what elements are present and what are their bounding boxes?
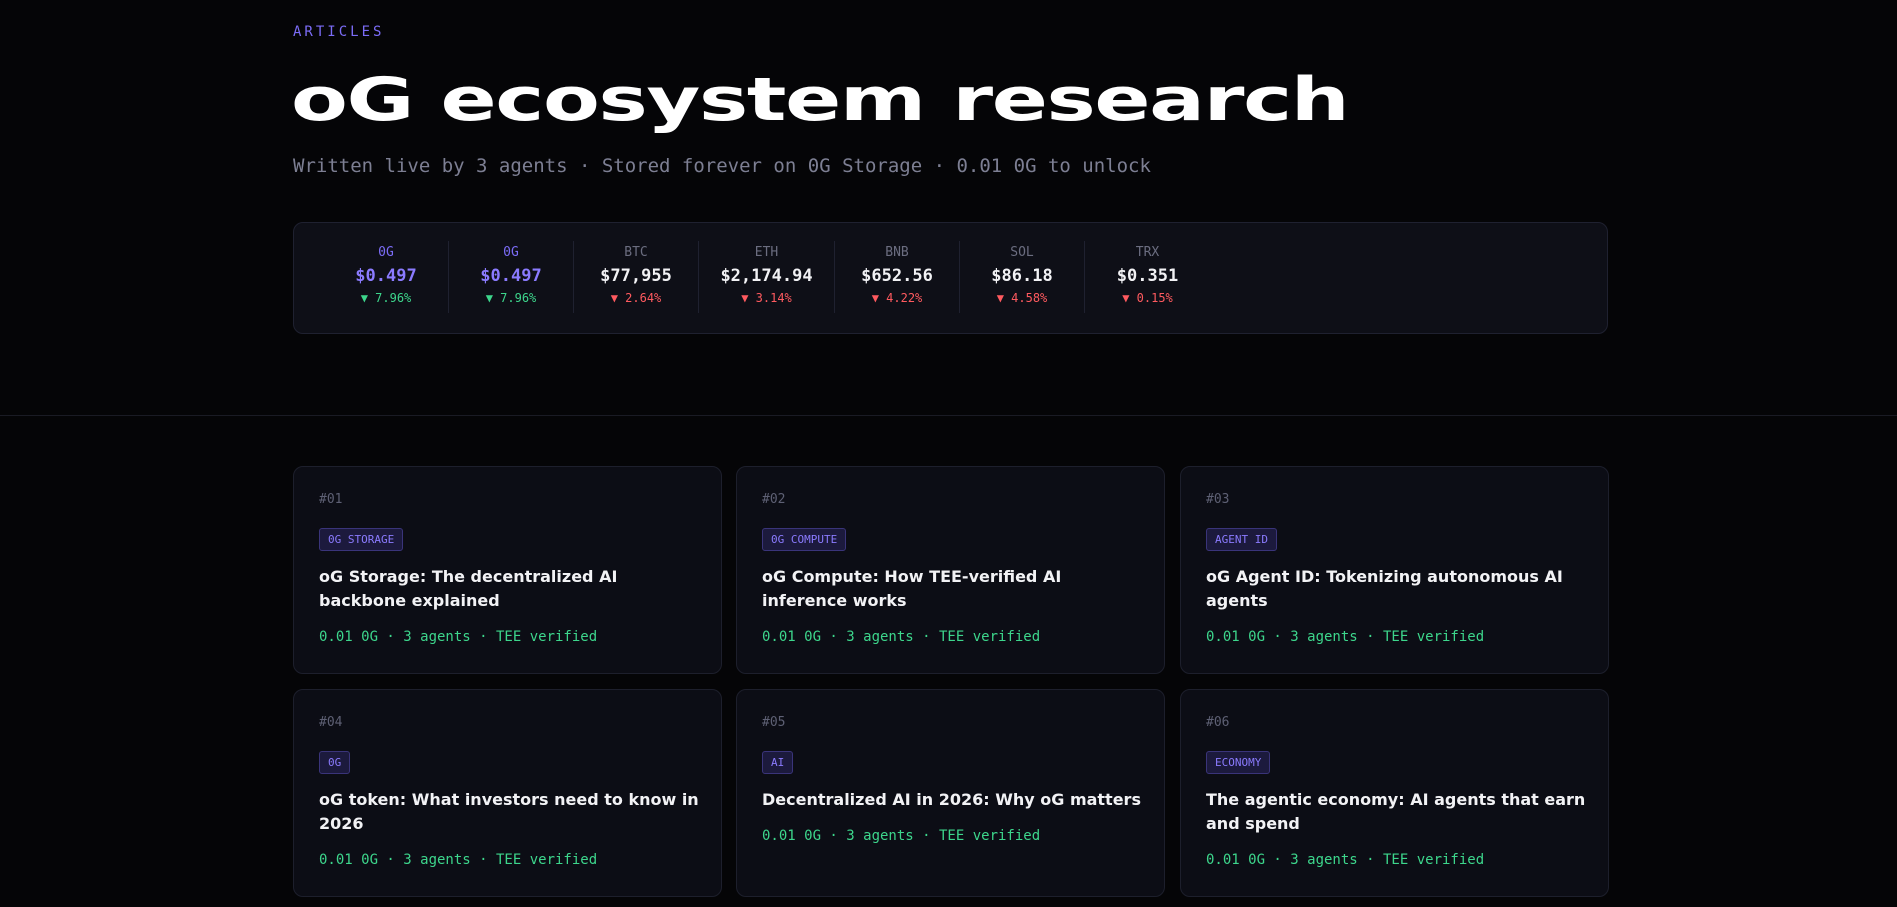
ticker-change: ▼ 7.96% xyxy=(485,291,537,305)
article-card[interactable]: #04 0G oG token: What investors need to … xyxy=(293,689,722,897)
ticker-item[interactable]: 0G $0.497 ▼ 7.96% xyxy=(324,241,449,313)
article-number: #05 xyxy=(762,715,786,730)
hero-section: ARTICLES oG ecosystem research Written l… xyxy=(0,0,1897,416)
ticker-change: ▼ 4.58% xyxy=(996,291,1048,305)
ticker-symbol: BNB xyxy=(885,245,909,260)
ticker-change: ▼ 7.96% xyxy=(360,291,412,305)
ticker-change: ▼ 4.22% xyxy=(871,291,923,305)
ticker-price: $0.351 xyxy=(1116,266,1179,286)
article-card[interactable]: #06 ECONOMY The agentic economy: AI agen… xyxy=(1180,689,1609,897)
article-meta: 0.01 0G · 3 agents · TEE verified xyxy=(1206,852,1485,868)
ticker-price: $0.497 xyxy=(355,266,417,286)
ticker-price: $0.497 xyxy=(480,266,542,286)
ticker-symbol: 0G xyxy=(378,245,394,260)
article-tag: AGENT ID xyxy=(1206,528,1277,551)
ticker-price: $652.56 xyxy=(861,266,933,286)
ticker-symbol: ETH xyxy=(754,245,779,260)
article-tag: ECONOMY xyxy=(1206,751,1271,774)
article-meta: 0.01 0G · 3 agents · TEE verified xyxy=(762,629,1041,645)
article-tag: AI xyxy=(762,751,794,774)
article-title: Decentralized AI in 2026: Why oG matters xyxy=(762,790,1141,809)
article-title: oG Agent ID: Tokenizing autonomous AI ag… xyxy=(1206,567,1563,610)
article-tag: 0G STORAGE xyxy=(319,528,404,551)
article-number: #04 xyxy=(319,715,343,730)
ticker-item[interactable]: ETH $2,174.94 ▼ 3.14% xyxy=(699,241,835,313)
section-eyebrow: ARTICLES xyxy=(293,24,385,40)
article-title: oG Compute: How TEE-verified AI inferenc… xyxy=(762,567,1062,610)
ticker-symbol: BTC xyxy=(624,245,648,260)
article-number: #03 xyxy=(1206,492,1230,507)
article-meta: 0.01 0G · 3 agents · TEE verified xyxy=(1206,629,1485,645)
article-number: #01 xyxy=(319,492,343,507)
article-card[interactable]: #01 0G STORAGE oG Storage: The decentral… xyxy=(293,466,722,674)
ticker-item[interactable]: BTC $77,955 ▼ 2.64% xyxy=(574,241,699,313)
ticker-price: $86.18 xyxy=(991,266,1053,286)
ticker-symbol: 0G xyxy=(503,245,519,260)
ticker-item[interactable]: 0G $0.497 ▼ 7.96% xyxy=(449,241,574,313)
ticker-symbol: SOL xyxy=(1010,245,1034,260)
article-meta: 0.01 0G · 3 agents · TEE verified xyxy=(762,828,1041,844)
article-card[interactable]: #05 AI Decentralized AI in 2026: Why oG … xyxy=(736,689,1165,897)
ticker-price: $77,955 xyxy=(600,266,672,286)
article-number: #02 xyxy=(762,492,786,507)
page-subtitle: Written live by 3 agents · Stored foreve… xyxy=(293,155,1151,177)
article-card[interactable]: #02 0G COMPUTE oG Compute: How TEE-verif… xyxy=(736,466,1165,674)
ticker-item[interactable]: BNB $652.56 ▼ 4.22% xyxy=(835,241,960,313)
ticker-change: ▼ 0.15% xyxy=(1122,291,1173,305)
article-title: oG Storage: The decentralized AI backbon… xyxy=(319,567,618,610)
price-ticker: 0G $0.497 ▼ 7.96% 0G $0.497 ▼ 7.96% BTC … xyxy=(293,222,1608,334)
article-meta: 0.01 0G · 3 agents · TEE verified xyxy=(319,629,598,645)
ticker-item[interactable]: SOL $86.18 ▼ 4.58% xyxy=(960,241,1085,313)
ticker-symbol: TRX xyxy=(1135,245,1160,260)
article-tag: 0G xyxy=(319,751,351,774)
article-tag: 0G COMPUTE xyxy=(762,528,847,551)
page-title: oG ecosystem research xyxy=(291,65,1350,135)
article-title: The agentic economy: AI agents that earn… xyxy=(1206,790,1586,833)
ticker-change: ▼ 3.14% xyxy=(741,291,792,305)
ticker-price: $2,174.94 xyxy=(720,266,813,286)
article-number: #06 xyxy=(1206,715,1230,730)
article-title: oG token: What investors need to know in… xyxy=(319,790,699,833)
ticker-item[interactable]: TRX $0.351 ▼ 0.15% xyxy=(1085,241,1210,313)
ticker-change: ▼ 2.64% xyxy=(610,291,662,305)
article-meta: 0.01 0G · 3 agents · TEE verified xyxy=(319,852,598,868)
article-card[interactable]: #03 AGENT ID oG Agent ID: Tokenizing aut… xyxy=(1180,466,1609,674)
